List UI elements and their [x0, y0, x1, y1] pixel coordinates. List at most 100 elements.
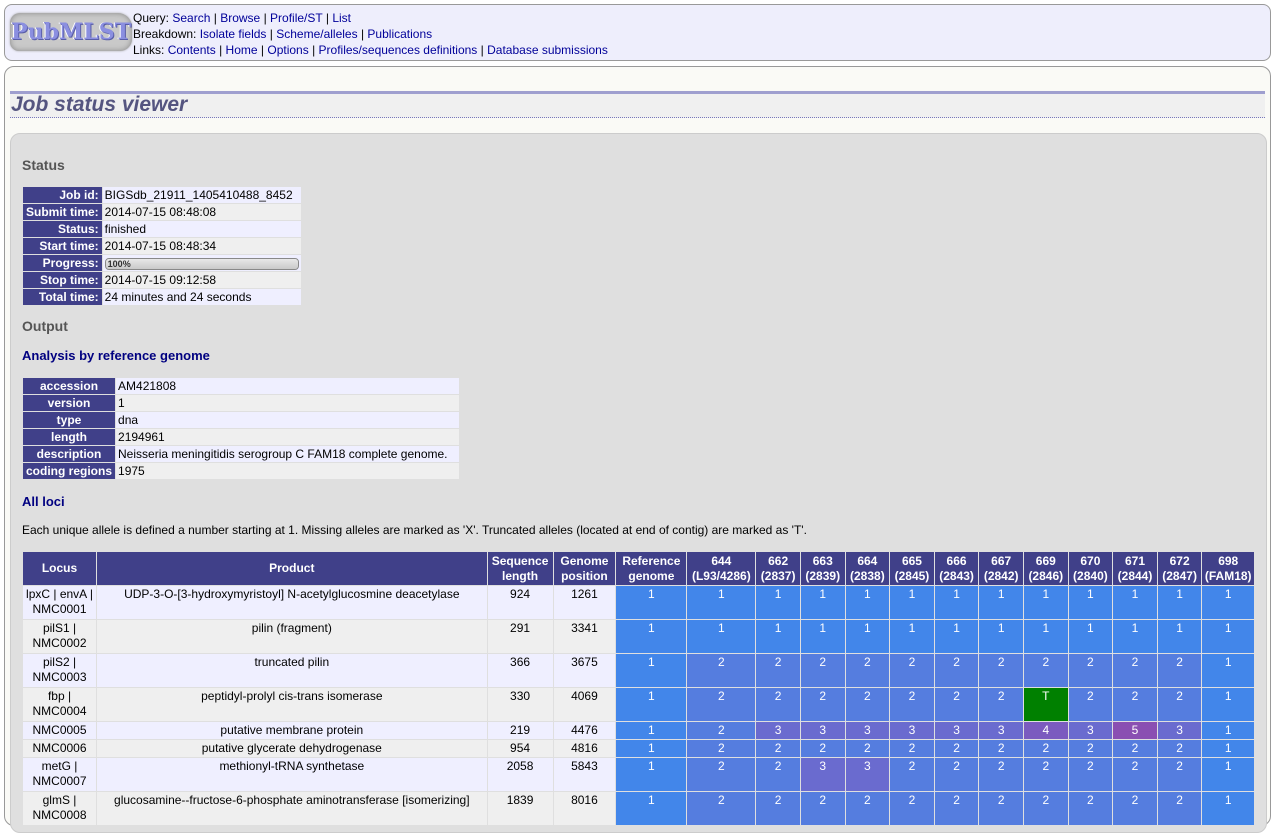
column-header-line1: Locus	[41, 561, 78, 575]
column-header[interactable]: 698 (FAM18)	[1202, 552, 1254, 585]
product-cell: peptidyl-prolyl cis-trans isomerase	[97, 688, 487, 721]
locus-cell[interactable]: pilS2 | NMC0003	[23, 654, 97, 687]
column-header-line1: 669	[1035, 553, 1056, 568]
page-title: Job status viewer	[11, 93, 188, 116]
allele-cell: 3	[756, 722, 800, 739]
locus-cell[interactable]: NMC0005	[23, 722, 97, 739]
menu-link-list[interactable]: List	[332, 11, 351, 25]
status-row: Total time: 24 minutes and 24 seconds	[23, 289, 301, 305]
locus-id: NMC0002	[32, 636, 87, 650]
column-header[interactable]: Reference genome	[616, 552, 687, 585]
allele-cell: 2	[934, 740, 979, 757]
menu-link-browse[interactable]: Browse	[220, 11, 260, 25]
menu-link-options[interactable]: Options	[267, 43, 308, 57]
product-cell: UDP-3-O-[3-hydroxymyristoyl] N-acetylglu…	[97, 586, 487, 619]
pubmlst-logo[interactable]: PubMLST	[10, 13, 132, 51]
menu-link-profiles-definitions[interactable]: Profiles/sequences definitions	[319, 43, 478, 57]
allele-cell: 2	[890, 758, 934, 791]
allele-cell: 1	[756, 620, 800, 653]
column-header[interactable]: 664 (2838)	[845, 552, 890, 585]
column-header[interactable]: 667 (2842)	[979, 552, 1023, 585]
column-header[interactable]: Locus	[23, 552, 97, 585]
allele-cell: 2	[1023, 758, 1068, 791]
genome-position-cell: 3675	[553, 654, 616, 687]
column-header[interactable]: 644 (L93/4286)	[687, 552, 756, 585]
locus-cell[interactable]: fbp | NMC0004	[23, 688, 97, 721]
menu-link-publications[interactable]: Publications	[367, 27, 432, 41]
column-header[interactable]: 672 (2847)	[1157, 552, 1202, 585]
allele-cell: 1	[687, 620, 756, 653]
column-header[interactable]: Genome position	[553, 552, 616, 585]
menu-link-profile-st[interactable]: Profile/ST	[270, 11, 322, 25]
sequence-length-cell: 330	[487, 688, 553, 721]
allele-cell: 2	[1157, 688, 1202, 721]
column-header[interactable]: 666 (2843)	[934, 552, 979, 585]
allele-cell: 1	[1202, 688, 1254, 721]
status-row: Submit time: 2014-07-15 08:48:08	[23, 204, 301, 220]
column-header[interactable]: 663 (2839)	[800, 552, 845, 585]
allele-cell: T	[1023, 688, 1068, 721]
locus-cell[interactable]: pilS1 | NMC0002	[23, 620, 97, 653]
column-header[interactable]: 669 (2846)	[1023, 552, 1068, 585]
allele-cell: 2	[800, 792, 845, 825]
allele-cell: 2	[979, 740, 1023, 757]
allele-cell: 1	[1113, 620, 1157, 653]
allele-cell: 2	[979, 654, 1023, 687]
allele-cell: 2	[1157, 654, 1202, 687]
status-row: Status: finished	[23, 221, 301, 237]
column-header[interactable]: Product	[97, 552, 487, 585]
reference-label: description	[23, 446, 116, 462]
separator: |	[312, 43, 316, 57]
status-value: 2014-07-15 08:48:34	[102, 238, 301, 254]
allele-cell: 1	[616, 586, 687, 619]
allele-cell: 2	[1068, 758, 1113, 791]
allele-cell: 1	[845, 586, 890, 619]
allele-cell: 2	[687, 740, 756, 757]
reference-value: AM421808	[116, 378, 460, 394]
locus-cell[interactable]: NMC0006	[23, 740, 97, 757]
allele-cell: 2	[1023, 792, 1068, 825]
separator: |	[325, 11, 329, 25]
allele-cell: 3	[979, 722, 1023, 739]
menu-link-home[interactable]: Home	[226, 43, 258, 57]
allele-cell: 1	[800, 586, 845, 619]
column-header[interactable]: Sequence length	[487, 552, 553, 585]
separator: |	[480, 43, 484, 57]
reference-value: Neisseria meningitidis serogroup C FAM18…	[116, 446, 460, 462]
reference-row: length 2194961	[23, 429, 460, 445]
locus-cell[interactable]: metG | NMC0007	[23, 758, 97, 791]
allele-cell: 2	[890, 740, 934, 757]
locus-cell[interactable]: lpxC | envA | NMC0001	[23, 586, 97, 619]
product-cell: methionyl-tRNA synthetase	[97, 758, 487, 791]
sequence-length-cell: 291	[487, 620, 553, 653]
column-header-line1: Genome	[560, 553, 609, 568]
allele-cell: 1	[800, 620, 845, 653]
locus-id: NMC0008	[32, 808, 87, 822]
locus-id: NMC0003	[32, 670, 87, 684]
column-header[interactable]: 662 (2837)	[756, 552, 800, 585]
allele-cell: 5	[1113, 722, 1157, 739]
column-header[interactable]: 671 (2844)	[1113, 552, 1157, 585]
table-row: lpxC | envA | NMC0001 UDP-3-O-[3-hydroxymy…	[23, 586, 1254, 619]
menu-links: Query: Search | Browse | Profile/ST | Li…	[133, 10, 608, 58]
menu-link-scheme-alleles[interactable]: Scheme/alleles	[276, 27, 357, 41]
locus-name: fbp |	[47, 689, 72, 703]
allele-cell: 2	[934, 792, 979, 825]
column-header[interactable]: 665 (2845)	[890, 552, 934, 585]
column-header-line1: 663	[812, 553, 833, 568]
product-cell: pilin (fragment)	[97, 620, 487, 653]
menu-link-search[interactable]: Search	[172, 11, 210, 25]
reference-value: 2194961	[116, 429, 460, 445]
allele-cell: 4	[1023, 722, 1068, 739]
allele-cell: 1	[1113, 586, 1157, 619]
status-label: Job id:	[23, 187, 102, 203]
column-header[interactable]: 670 (2840)	[1068, 552, 1113, 585]
locus-cell[interactable]: glmS | NMC0008	[23, 792, 97, 825]
menu-link-isolate-fields[interactable]: Isolate fields	[200, 27, 267, 41]
allele-cell: 1	[1202, 792, 1254, 825]
breakdown-line: Breakdown: Isolate fields | Scheme/allel…	[133, 26, 608, 42]
menu-link-database-submissions[interactable]: Database submissions	[487, 43, 608, 57]
allele-cell: 1	[687, 586, 756, 619]
menu-link-contents[interactable]: Contents	[168, 43, 216, 57]
allele-cell: 1	[1023, 620, 1068, 653]
